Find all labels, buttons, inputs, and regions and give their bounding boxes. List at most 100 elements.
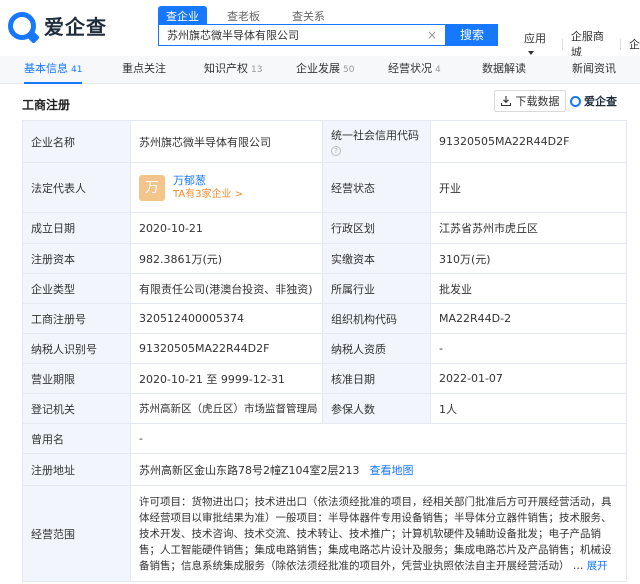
district: 江苏省苏州市虎丘区 — [430, 212, 627, 244]
search-button[interactable]: 搜索 — [446, 24, 498, 46]
legal-rep-cell: 万 万郁葱 TA有3家企业 > — [130, 162, 323, 213]
business-scope-text: 许可项目：货物进出口；技术进出口（依法须经批准的项目，经相关部门批准后方可开展经… — [139, 495, 612, 572]
detail-nav-tabs: 基本信息 41 重点关注 知识产权 13 企业发展 50 经营状况 4 数据解读 新闻资… — [0, 56, 640, 84]
tab-label: 新闻资讯 — [572, 62, 616, 75]
table-row: 工商注册号 320512400005374 组织机构代码 MA22R44D-2 — [22, 303, 627, 334]
address-cell: 苏州高新区金山东路78号2幢Z104室2层213 查看地图 — [130, 453, 627, 486]
table-row: 曾用名 - — [22, 423, 627, 454]
legal-rep: 万 万郁葱 TA有3家企业 > — [139, 174, 314, 202]
taxpayer-qualification: - — [430, 333, 627, 364]
logo[interactable]: 爱企查 — [8, 11, 107, 40]
legal-rep-name[interactable]: 万郁葱 — [173, 174, 243, 188]
cell-label: 参保人数 — [322, 393, 431, 424]
company-type: 有限责任公司(港澳台投资、非独资) — [130, 273, 323, 304]
brand-watermark: 爱企查 — [570, 93, 617, 109]
tab-news[interactable]: 新闻资讯 — [572, 56, 616, 84]
table-row: 企业名称 苏州旗芯微半导体有限公司 统一社会信用代码 ? 91320505MA2… — [22, 120, 627, 163]
registered-capital: 982.3861万(元) — [130, 243, 323, 274]
table-row: 企业类型 有限责任公司(港澳台投资、非独资) 所属行业 批发业 — [22, 273, 627, 304]
tab-label: 经营状况 — [388, 62, 432, 75]
tab-count: 50 — [343, 65, 355, 75]
tab-label: 数据解读 — [482, 62, 526, 75]
cell-label: 企业名称 — [22, 120, 131, 163]
credit-code: 91320505MA22R44D2F — [430, 120, 627, 163]
tab-search-company[interactable]: 查企业 — [158, 6, 207, 26]
business-scope: 许可项目：货物进出口；技术进出口（依法须经批准的项目，经相关部门批准后方可开展经… — [139, 495, 612, 572]
taxpayer-id: 91320505MA22R44D2F — [130, 333, 323, 364]
divider — [620, 38, 621, 50]
table-row: 纳税人识别号 91320505MA22R44D2F 纳税人资质 - — [22, 333, 627, 364]
tab-label: 企业发展 — [296, 62, 340, 75]
cell-label: 注册资本 — [22, 243, 131, 274]
business-period: 2020-10-21 至 9999-12-31 — [130, 363, 323, 394]
business-status: 开业 — [430, 162, 627, 213]
cell-label: 经营范围 — [22, 485, 131, 582]
caret-down-icon — [528, 50, 534, 55]
top-header: 爱企查 查企业 查老板 查关系 × 搜索 应用 企服商城 企 — [0, 0, 640, 59]
enterprise-link[interactable]: 企 — [629, 36, 640, 52]
cell-label: 纳税人资质 — [322, 333, 431, 364]
cell-label: 登记机关 — [22, 393, 131, 424]
brand-text: 爱企查 — [584, 95, 617, 108]
table-row: 经营范围 许可项目：货物进出口；技术进出口（依法须经批准的项目，经相关部门批准后… — [22, 485, 627, 582]
clear-icon[interactable]: × — [425, 28, 439, 42]
table-row: 法定代表人 万 万郁葱 TA有3家企业 > 经营状态 开业 — [22, 162, 627, 213]
company-name: 苏州旗芯微半导体有限公司 — [130, 120, 323, 163]
tab-operations[interactable]: 经营状况 4 — [388, 56, 441, 84]
cell-label: 营业期限 — [22, 363, 131, 394]
tab-data-insight[interactable]: 数据解读 — [482, 56, 526, 84]
cell-label: 实缴资本 — [322, 243, 431, 274]
tab-label: 基本信息 — [24, 62, 68, 75]
cell-label: 行政区划 — [322, 212, 431, 244]
apps-menu[interactable]: 应用 — [524, 30, 554, 59]
approval-date: 2022-01-07 — [430, 363, 627, 394]
cell-label: 工商注册号 — [22, 303, 131, 334]
section-title: 工商注册 — [22, 98, 71, 112]
cell-label: 注册地址 — [22, 453, 131, 486]
tab-search-relation[interactable]: 查关系 — [292, 6, 325, 26]
legal-rep-companies-link[interactable]: TA有3家企业 > — [173, 188, 243, 202]
business-scope-cell: 许可项目：货物进出口；技术进出口（依法须经批准的项目，经相关部门批准后方可开展经… — [130, 485, 627, 582]
registration-authority: 苏州高新区（虎丘区）市场监督管理局 — [130, 393, 323, 424]
tab-key-focus[interactable]: 重点关注 — [122, 56, 166, 84]
cell-label: 曾用名 — [22, 423, 131, 454]
download-data-button[interactable]: 下载数据 — [494, 90, 566, 112]
tab-search-boss[interactable]: 查老板 — [227, 6, 260, 26]
logo-text: 爱企查 — [44, 15, 107, 39]
cell-label: 所属行业 — [322, 273, 431, 304]
tab-label: 知识产权 — [204, 62, 248, 75]
cell-label: 统一社会信用代码 ? — [322, 120, 431, 163]
former-name: - — [130, 423, 627, 454]
cell-label: 法定代表人 — [22, 162, 131, 213]
table-row: 营业期限 2020-10-21 至 9999-12-31 核准日期 2022-0… — [22, 363, 627, 394]
tab-label: 重点关注 — [122, 62, 166, 75]
tab-count: 13 — [251, 65, 263, 75]
search-input[interactable] — [159, 25, 419, 45]
download-icon — [500, 96, 511, 106]
registration-table: 企业名称 苏州旗芯微半导体有限公司 统一社会信用代码 ? 91320505MA2… — [22, 120, 627, 582]
tab-count: 41 — [71, 65, 83, 75]
industry: 批发业 — [430, 273, 627, 304]
table-row: 注册资本 982.3861万(元) 实缴资本 310万(元) — [22, 243, 627, 274]
cell-label: 经营状态 — [322, 162, 431, 213]
view-map-link[interactable]: 查看地图 — [370, 464, 414, 477]
tab-basic-info[interactable]: 基本信息 41 — [24, 56, 83, 84]
credit-code-label: 统一社会信用代码 — [331, 129, 419, 142]
logo-icon — [8, 11, 36, 40]
search-box: × — [158, 24, 446, 46]
tab-intellectual-property[interactable]: 知识产权 13 — [204, 56, 262, 84]
avatar[interactable]: 万 — [139, 174, 165, 201]
cell-label: 纳税人识别号 — [22, 333, 131, 364]
registered-address: 苏州高新区金山东路78号2幢Z104室2层213 — [139, 463, 360, 477]
table-row: 注册地址 苏州高新区金山东路78号2幢Z104室2层213 查看地图 — [22, 453, 627, 486]
table-row: 登记机关 苏州高新区（虎丘区）市场监督管理局 参保人数 1人 — [22, 393, 627, 424]
insured-count: 1人 — [430, 393, 627, 424]
expand-link[interactable]: 展开 — [587, 560, 608, 572]
tab-development[interactable]: 企业发展 50 — [296, 56, 354, 84]
organization-code: MA22R44D-2 — [430, 303, 627, 334]
cell-label: 成立日期 — [22, 212, 131, 244]
search-type-tabs: 查企业 查老板 查关系 — [158, 6, 357, 26]
founded-date: 2020-10-21 — [130, 212, 323, 244]
help-icon[interactable]: ? — [331, 146, 341, 156]
tab-count: 4 — [435, 65, 441, 75]
